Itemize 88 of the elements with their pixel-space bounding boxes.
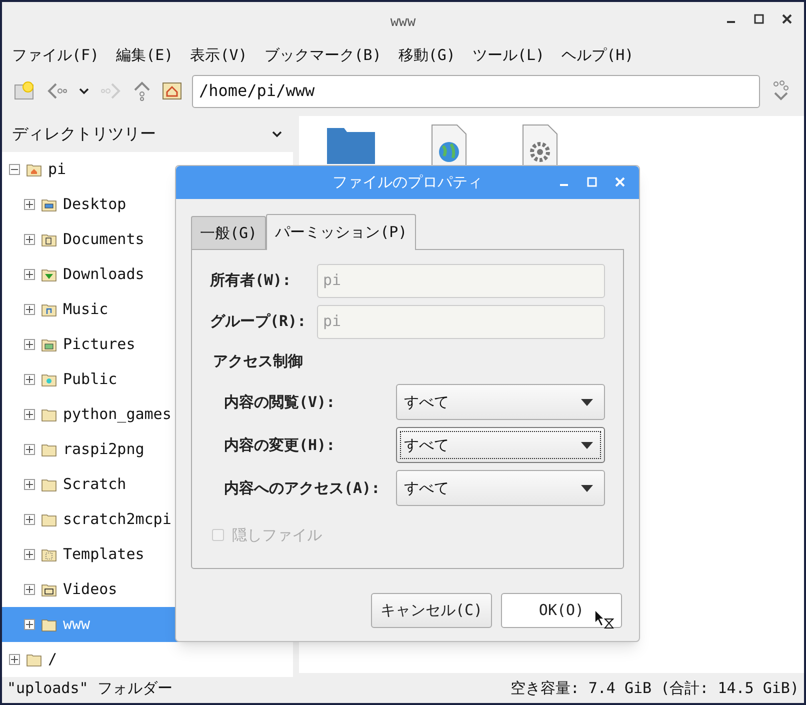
free-space-text: 空き容量: 7.4 GiB (合計: 14.5 GiB) xyxy=(510,678,799,699)
home-icon[interactable] xyxy=(162,82,182,100)
back-icon[interactable] xyxy=(46,81,68,101)
chevron-down-icon[interactable] xyxy=(78,87,90,95)
dropdown-caret-icon xyxy=(581,398,593,406)
menu-item[interactable]: ファイル(F) xyxy=(12,44,100,67)
status-text: "uploads" フォルダー xyxy=(7,678,172,699)
dropdown[interactable]: すべて xyxy=(396,427,605,463)
folder-icon xyxy=(41,336,57,352)
expand-icon[interactable] xyxy=(24,374,35,385)
expand-icon[interactable] xyxy=(9,654,20,665)
tree-label: pi xyxy=(48,159,66,180)
menu-item[interactable]: ヘルプ(H) xyxy=(562,44,634,67)
tree-label: raspi2png xyxy=(63,439,144,460)
tree-label: www xyxy=(63,614,90,636)
folder-icon xyxy=(41,196,57,212)
folder-icon xyxy=(41,582,57,598)
globe-document-icon[interactable] xyxy=(431,124,467,168)
tree-label: Desktop xyxy=(63,194,126,216)
tree-item[interactable]: / xyxy=(2,642,293,677)
tree-item[interactable]: Videos xyxy=(2,572,293,607)
expand-icon[interactable] xyxy=(24,514,35,525)
path-field[interactable]: /home/pi/www xyxy=(192,74,760,108)
busy-cursor-icon xyxy=(594,609,614,629)
expand-icon[interactable] xyxy=(24,199,35,210)
tree-label: Documents xyxy=(63,229,144,250)
tree-label: python_games xyxy=(63,404,172,426)
dropdown[interactable]: すべて xyxy=(396,384,605,420)
tree-label: Videos xyxy=(63,579,118,600)
tree-label: Templates xyxy=(63,544,144,566)
folder-icon xyxy=(41,372,57,388)
window-title: www xyxy=(390,12,416,32)
field-label: 所有者(W): xyxy=(210,270,292,292)
expand-icon[interactable] xyxy=(24,304,35,315)
folder-icon xyxy=(26,652,42,668)
folder-icon xyxy=(41,232,57,248)
tree-label: Downloads xyxy=(63,264,144,286)
dialog-title: ファイルのプロパティ xyxy=(332,172,482,194)
expand-icon[interactable] xyxy=(24,234,35,245)
folder-icon xyxy=(41,476,57,492)
folder-icon xyxy=(41,616,57,632)
menu-item[interactable]: 編集(E) xyxy=(116,44,174,67)
menu-item[interactable]: 表示(V) xyxy=(190,44,248,67)
dropdown-caret-icon xyxy=(581,442,593,448)
dropdown[interactable]: すべて xyxy=(396,470,605,506)
dialog-button[interactable]: キャンセル(C) xyxy=(371,593,492,628)
folder-icon xyxy=(26,162,42,178)
sidebar-title[interactable]: ディレクトリツリー xyxy=(12,122,156,146)
tree-label: Scratch xyxy=(63,474,126,496)
expand-icon[interactable] xyxy=(24,619,35,630)
dialog-button[interactable]: OK(O) xyxy=(501,593,622,628)
folder-icon xyxy=(41,546,57,562)
expand-icon[interactable] xyxy=(24,409,35,420)
tab[interactable]: 一般(G) xyxy=(191,216,266,249)
tree-label: / xyxy=(48,649,58,670)
select-label: 内容の変更(H): xyxy=(224,434,336,456)
menu-item[interactable]: 移動(G) xyxy=(398,44,456,67)
menu-item[interactable]: ブックマーク(B) xyxy=(264,44,382,67)
expand-icon[interactable] xyxy=(24,584,35,595)
select-label: 内容の閲覧(V): xyxy=(224,392,336,413)
checkbox-label: 隠しファイル xyxy=(232,524,322,546)
folder-icon xyxy=(41,512,57,528)
tree-label: Music xyxy=(63,299,108,320)
tree-item[interactable]: pi xyxy=(2,152,293,187)
tab[interactable]: パーミッション(P) xyxy=(266,214,416,250)
section-heading: アクセス制御 xyxy=(213,351,304,372)
maximize-icon[interactable] xyxy=(754,14,764,24)
collapse-icon[interactable] xyxy=(9,164,20,175)
close-icon[interactable] xyxy=(782,14,792,24)
expand-icon[interactable] xyxy=(24,444,35,455)
select-label: 内容へのアクセス(A): xyxy=(224,478,382,499)
folder-icon xyxy=(41,406,57,422)
tree-label: Pictures xyxy=(63,334,136,356)
expand-icon[interactable] xyxy=(24,549,35,560)
expand-icon[interactable] xyxy=(24,339,35,350)
folder-icon xyxy=(41,442,57,458)
menu-item[interactable]: ツール(L) xyxy=(472,44,545,67)
folder-icon xyxy=(41,302,57,318)
expand-icon[interactable] xyxy=(24,479,35,490)
tree-label: Public xyxy=(63,369,118,390)
gear-document-icon[interactable] xyxy=(522,124,558,168)
tree-label: scratch2mcpi xyxy=(63,509,172,530)
up-icon[interactable] xyxy=(132,80,152,102)
dropdown-caret-icon xyxy=(581,484,593,492)
folder-icon xyxy=(41,266,57,282)
chevron-down-icon[interactable] xyxy=(271,130,283,138)
expand-icon[interactable] xyxy=(24,269,35,280)
field-label: グループ(R): xyxy=(210,311,308,332)
